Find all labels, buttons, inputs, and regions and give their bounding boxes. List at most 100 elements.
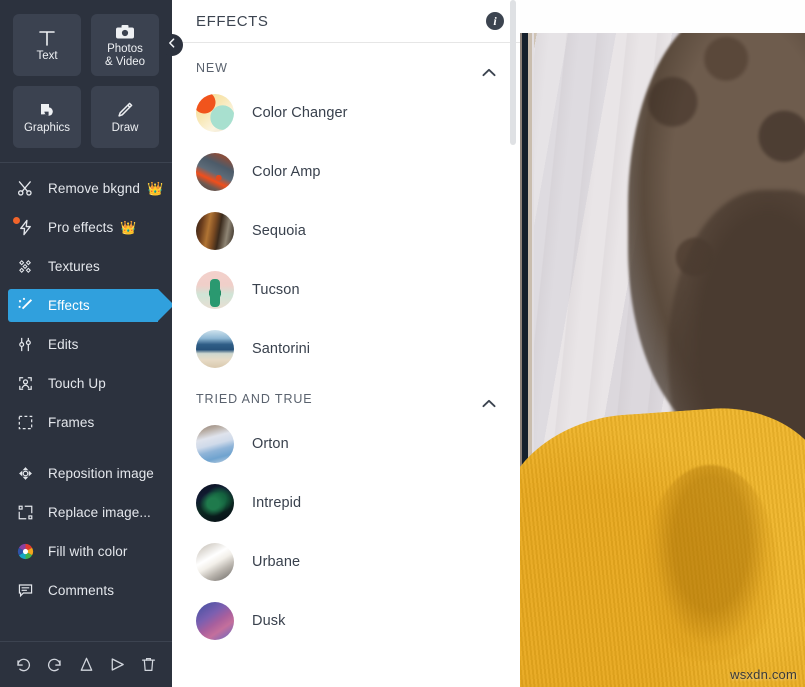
reposition-icon — [14, 464, 36, 484]
flip-vertical-icon[interactable] — [74, 653, 97, 677]
watermark: wsxdn.com — [730, 667, 797, 682]
sidebar-item-remove-bkgnd[interactable]: Remove bkgnd 👑 — [0, 169, 172, 208]
undo-icon[interactable] — [12, 653, 35, 677]
crown-icon: 👑 — [147, 181, 164, 196]
sidebar-item-reposition-label: Reposition image — [48, 466, 154, 481]
sidebar-item-fill-with-color-label: Fill with color — [48, 544, 128, 559]
left-sidebar: Text Photos & Video Graphics Draw Remove… — [0, 0, 183, 687]
crown-icon: 👑 — [120, 220, 137, 235]
sidebar-menu-group-1: Remove bkgnd 👑 Pro effects 👑 Textures Ef… — [0, 163, 174, 442]
pencil-icon — [115, 99, 135, 121]
flip-horizontal-icon[interactable] — [106, 653, 129, 677]
effect-thumbnail — [196, 93, 234, 132]
effect-thumbnail — [196, 542, 234, 581]
magic-wand-icon — [14, 296, 36, 316]
tool-card-draw[interactable]: Draw — [91, 86, 159, 148]
effect-thumbnail — [196, 601, 234, 640]
sidebar-item-remove-bkgnd-label: Remove bkgnd — [48, 181, 141, 196]
sidebar-bottom-toolbar — [0, 641, 172, 687]
replace-image-icon — [14, 503, 36, 523]
section-label-tried-and-true: TRIED AND TRUE — [196, 392, 313, 406]
sidebar-item-reposition-image[interactable]: Reposition image — [0, 454, 172, 493]
effect-name: Color Changer — [252, 104, 348, 121]
sidebar-item-comments-label: Comments — [48, 583, 115, 598]
effect-name: Orton — [252, 435, 289, 452]
sidebar-item-textures[interactable]: Textures — [0, 247, 172, 286]
effect-name: Santorini — [252, 340, 311, 357]
tool-card-graphics[interactable]: Graphics — [13, 86, 81, 148]
texture-icon — [14, 257, 36, 277]
photo-editor-app: Text Photos & Video Graphics Draw Remove… — [0, 0, 805, 687]
photo-collar-layer — [645, 464, 777, 661]
section-header-tried-and-true[interactable]: TRIED AND TRUE — [172, 378, 520, 414]
sidebar-item-replace-image-label: Replace image... — [48, 505, 151, 520]
chevron-up-icon[interactable] — [482, 64, 496, 76]
sidebar-item-textures-label: Textures — [48, 259, 100, 274]
photo-preview[interactable] — [520, 33, 805, 687]
tool-card-photos-video[interactable]: Photos & Video — [91, 14, 159, 76]
redo-icon[interactable] — [43, 653, 66, 677]
sidebar-item-touch-up-label: Touch Up — [48, 376, 106, 391]
effect-thumbnail — [196, 211, 234, 250]
sidebar-item-touch-up[interactable]: Touch Up — [0, 364, 172, 403]
section-label-new: NEW — [196, 61, 228, 75]
effect-name: Intrepid — [252, 494, 302, 511]
comment-icon — [14, 581, 36, 601]
effects-panel: EFFECTS i NEW Color Changer Color Amp Se… — [172, 0, 520, 687]
tool-card-graphics-label: Graphics — [23, 122, 71, 134]
sidebar-item-frames[interactable]: Frames — [0, 403, 172, 442]
effect-item-santorini[interactable]: Santorini — [172, 319, 520, 378]
sidebar-collapse-handle[interactable] — [161, 34, 183, 56]
page-title: EFFECTS — [196, 12, 269, 30]
tool-card-text[interactable]: Text — [13, 14, 81, 76]
sidebar-item-comments[interactable]: Comments — [0, 571, 172, 610]
trash-icon[interactable] — [137, 653, 160, 677]
sidebar-item-fill-with-color[interactable]: Fill with color — [0, 532, 172, 571]
effect-item-orton[interactable]: Orton — [172, 414, 520, 473]
effect-name: Dusk — [252, 612, 286, 629]
effect-thumbnail — [196, 270, 234, 309]
effect-item-dusk[interactable]: Dusk — [172, 591, 520, 650]
canvas-top-gap — [520, 0, 805, 33]
chevron-up-icon[interactable] — [482, 395, 496, 407]
effects-panel-header: EFFECTS i — [172, 0, 520, 43]
tool-card-text-label: Text — [36, 50, 58, 62]
effect-thumbnail — [196, 424, 234, 463]
effect-item-intrepid[interactable]: Intrepid — [172, 473, 520, 532]
bolt-icon — [13, 216, 36, 238]
scissors-icon — [14, 179, 36, 199]
sidebar-item-replace-image[interactable]: Replace image... — [0, 493, 172, 532]
info-icon[interactable]: i — [486, 12, 504, 30]
effects-panel-body: NEW Color Changer Color Amp Sequoia Tucs… — [172, 43, 520, 687]
touchup-face-icon — [14, 374, 36, 394]
tool-card-grid: Text Photos & Video Graphics Draw — [0, 0, 172, 160]
sliders-icon — [14, 335, 36, 355]
sidebar-item-edits[interactable]: Edits — [0, 325, 172, 364]
sidebar-item-pro-effects[interactable]: Pro effects 👑 — [0, 208, 172, 247]
effect-name: Color Amp — [252, 163, 321, 180]
sidebar-item-effects-label: Effects — [48, 298, 90, 313]
sidebar-item-frames-label: Frames — [48, 415, 95, 430]
effect-item-color-changer[interactable]: Color Changer — [172, 83, 520, 142]
tool-card-photos-label-1: Photos — [107, 43, 143, 55]
camera-icon — [115, 21, 135, 43]
sidebar-item-pro-effects-label: Pro effects — [48, 220, 114, 235]
effect-name: Tucson — [252, 281, 300, 298]
chevron-left-icon — [166, 36, 178, 54]
effect-item-urbane[interactable]: Urbane — [172, 532, 520, 591]
sidebar-item-edits-label: Edits — [48, 337, 79, 352]
sidebar-item-effects[interactable]: Effects — [0, 286, 174, 325]
panel-scrollbar[interactable] — [510, 0, 516, 145]
effect-item-sequoia[interactable]: Sequoia — [172, 201, 520, 260]
effect-thumbnail — [196, 329, 234, 368]
color-wheel-icon — [14, 542, 36, 562]
sidebar-menu-group-2: Reposition image Replace image... Fill w… — [0, 448, 172, 610]
image-canvas[interactable]: wsxdn.com — [520, 0, 805, 687]
effect-item-color-amp[interactable]: Color Amp — [172, 142, 520, 201]
graphics-icon — [37, 99, 57, 121]
tool-card-draw-label: Draw — [111, 122, 139, 134]
effect-name: Urbane — [252, 553, 301, 570]
effect-item-tucson[interactable]: Tucson — [172, 260, 520, 319]
effect-thumbnail — [196, 152, 234, 191]
section-header-new[interactable]: NEW — [172, 47, 520, 83]
